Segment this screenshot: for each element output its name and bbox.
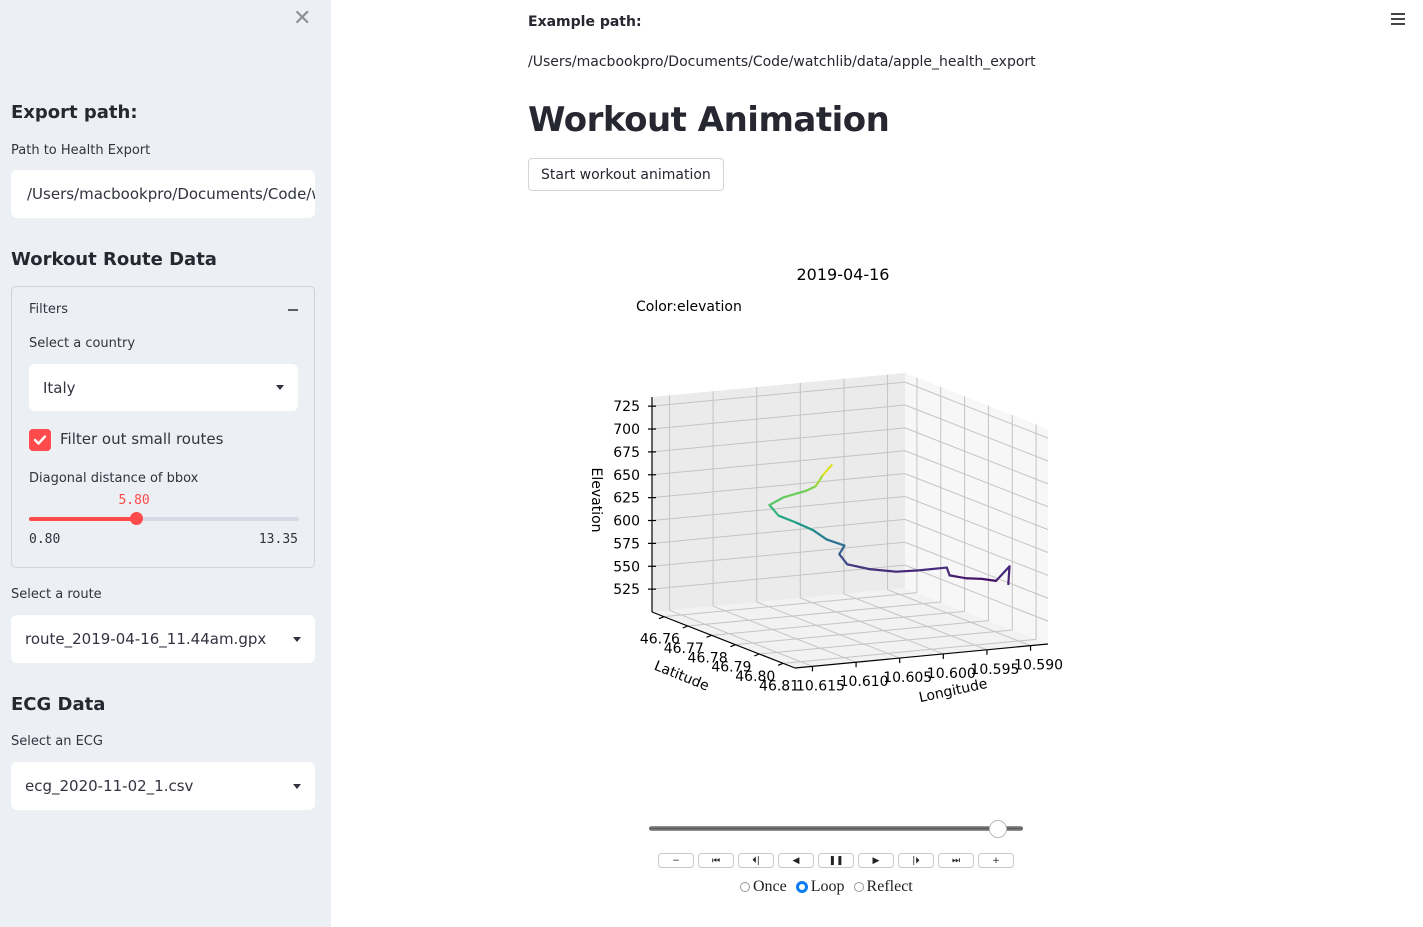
y-tick xyxy=(754,653,760,657)
chevron-down-icon xyxy=(276,385,284,390)
increase-speed-button[interactable]: + xyxy=(978,853,1014,868)
decrease-speed-button[interactable]: − xyxy=(658,853,694,868)
animation-progress-slider[interactable] xyxy=(649,820,1023,838)
close-icon[interactable]: ✕ xyxy=(293,8,311,30)
route-segment xyxy=(894,569,919,573)
workout-3d-chart: 2019-04-16 Color:elevation 525 550 575 600 6… xyxy=(588,265,1063,706)
playback-mode-group: Once Loop Reflect xyxy=(740,878,913,896)
ecg-value: ecg_2020-11-02_1.csv xyxy=(25,777,194,795)
z-tick-label: 575 xyxy=(613,536,640,552)
route-label: Select a route xyxy=(11,587,102,602)
sidebar: ✕ Export path: Path to Health Export /Us… xyxy=(0,0,331,927)
start-animation-button[interactable]: Start workout animation xyxy=(528,158,724,191)
route-select[interactable]: route_2019-04-16_11.44am.gpx xyxy=(11,615,315,663)
page-title: Workout Animation xyxy=(528,100,890,140)
y-tick xyxy=(777,662,784,666)
ecg-select[interactable]: ecg_2020-11-02_1.csv xyxy=(11,762,315,810)
first-frame-button[interactable]: ⏮ xyxy=(698,853,734,868)
radio-label-loop: Loop xyxy=(810,878,845,895)
radio-label-once: Once xyxy=(753,878,787,895)
slider-max: 13.35 xyxy=(258,532,298,547)
route-segment xyxy=(965,577,983,580)
z-tick-label: 725 xyxy=(613,399,640,415)
radio-reflect[interactable] xyxy=(853,882,864,892)
z-tick-label: 675 xyxy=(613,445,640,461)
z-tick-label: 700 xyxy=(613,422,640,438)
filters-expander: Filters Select a country Italy Filter ou… xyxy=(11,286,315,568)
y-tick xyxy=(682,625,688,629)
z-tick-label: 625 xyxy=(613,491,640,507)
chevron-down-icon xyxy=(293,783,301,789)
chart-title: 2019-04-16 xyxy=(797,265,890,284)
export-path-heading: Export path: xyxy=(11,102,138,123)
z-tick-label: 525 xyxy=(613,582,640,598)
radio-label-reflect: Reflect xyxy=(866,878,913,895)
checkmark-icon xyxy=(33,435,47,445)
slider-fill xyxy=(29,517,137,521)
example-path-label: Example path: xyxy=(528,14,642,30)
animation-buttons: − ⏮ ⏴| ◀ ❚❚ ▶ |⏵ ⏭ + xyxy=(658,853,1014,868)
x-tick-label: 10.595 xyxy=(970,662,1019,678)
radio-loop[interactable] xyxy=(795,881,808,893)
y-tick xyxy=(730,644,736,648)
x-tick-label: 10.610 xyxy=(840,674,889,690)
z-tick-label: 600 xyxy=(613,514,640,530)
z-tick-label: 650 xyxy=(613,468,640,484)
pause-button[interactable]: ❚❚ xyxy=(818,853,854,868)
y-tick-label: 46.81 xyxy=(759,678,799,694)
workout-route-heading: Workout Route Data xyxy=(11,249,217,270)
play-button[interactable]: ▶ xyxy=(858,853,894,868)
route-value: route_2019-04-16_11.44am.gpx xyxy=(25,630,267,648)
x-tick-label: 10.605 xyxy=(883,670,932,686)
animation-slider-thumb[interactable] xyxy=(988,820,1007,838)
country-label: Select a country xyxy=(29,336,136,351)
filter-small-routes-checkbox[interactable] xyxy=(29,429,51,451)
slider-value: 5.80 xyxy=(118,493,150,508)
export-path-value: /Users/macbookpro/Documents/Code/w xyxy=(27,185,315,203)
hamburger-icon[interactable] xyxy=(1391,13,1405,28)
y-tick xyxy=(658,616,665,620)
slider-min: 0.80 xyxy=(29,532,61,547)
z-axis-label: Elevation xyxy=(588,467,604,532)
filters-title[interactable]: Filters xyxy=(29,302,68,317)
path-label: Path to Health Export xyxy=(11,143,151,158)
bbox-distance-slider[interactable] xyxy=(29,512,299,525)
play-reverse-button[interactable]: ◀ xyxy=(778,853,814,868)
chevron-down-icon xyxy=(293,636,301,642)
x-tick-label: 10.615 xyxy=(796,678,845,694)
country-value: Italy xyxy=(43,378,76,397)
example-path-value: /Users/macbookpro/Documents/Code/watchli… xyxy=(528,54,1036,70)
ecg-heading: ECG Data xyxy=(11,694,106,715)
slider-thumb[interactable] xyxy=(130,512,144,525)
next-frame-button[interactable]: |⏵ xyxy=(898,853,934,868)
y-tick xyxy=(706,634,712,638)
country-select[interactable]: Italy xyxy=(29,364,298,411)
export-path-input[interactable]: /Users/macbookpro/Documents/Code/w xyxy=(11,170,315,218)
previous-frame-button[interactable]: ⏴| xyxy=(738,853,774,868)
slider-label: Diagonal distance of bbox xyxy=(29,471,199,486)
chart-annotation: Color:elevation xyxy=(636,299,742,315)
z-tick-label: 550 xyxy=(613,559,640,575)
filter-small-routes-label: Filter out small routes xyxy=(60,430,224,448)
last-frame-button[interactable]: ⏭ xyxy=(938,853,974,868)
ecg-label: Select an ECG xyxy=(11,734,103,749)
radio-once[interactable] xyxy=(740,882,750,892)
x-tick-label: 10.590 xyxy=(1014,658,1063,674)
collapse-icon[interactable] xyxy=(288,309,298,311)
